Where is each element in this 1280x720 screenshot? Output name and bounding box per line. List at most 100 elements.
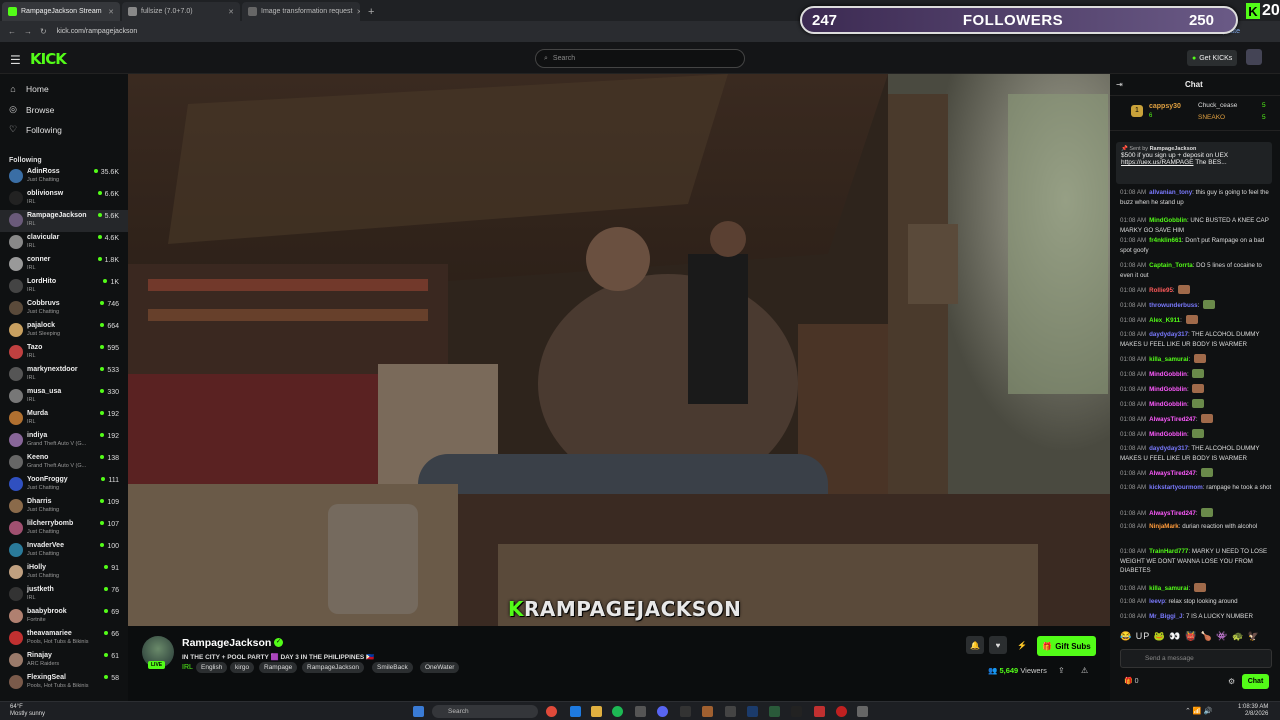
sidebar-channel[interactable]: markynextdoor IRL 533 — [0, 364, 128, 386]
clock[interactable]: 1:08:39 AM 2/8/2026 — [1238, 704, 1268, 718]
sidebar-channel[interactable]: InvaderVee Just Chatting 100 — [0, 540, 128, 562]
app-icon[interactable] — [836, 706, 847, 717]
app-icon[interactable] — [680, 706, 691, 717]
message-username[interactable]: throwunderbuss — [1149, 302, 1197, 309]
message-username[interactable]: daydyday317 — [1149, 331, 1188, 338]
sidebar-channel[interactable]: LordHito IRL 1K — [0, 276, 128, 298]
message-username[interactable]: TrainHard777 — [1149, 548, 1188, 555]
leaderboard-name[interactable]: SNEAKO — [1198, 114, 1225, 121]
photoshop-icon[interactable] — [747, 706, 758, 717]
sidebar-channel[interactable]: Rinajay ARC Raiders 61 — [0, 650, 128, 672]
message-username[interactable]: killa_samurai — [1149, 356, 1188, 363]
kicks-button[interactable]: ⚡ — [1013, 636, 1031, 654]
emote-bar[interactable]: 😂 UP 🐸 👀 👹 🍗 👾 🐢 🦅 — [1120, 631, 1275, 645]
chat-message[interactable]: 01:08 AM TrainHard777: MARKY U NEED TO LO… — [1120, 547, 1272, 576]
chat-message[interactable]: 01:08 AM allvanian_tony: this guy is goin… — [1120, 188, 1272, 207]
sidebar-channel[interactable]: theavamariee Pools, Hot Tubs & Bikinis 66 — [0, 628, 128, 650]
tag[interactable]: OneWater — [420, 662, 460, 673]
chat-message[interactable]: 01:08 AM AlwaysTired247: — [1120, 508, 1272, 519]
folder-icon[interactable] — [591, 706, 602, 717]
message-username[interactable]: MindGobblin — [1149, 386, 1187, 393]
message-username[interactable]: MindGobblin — [1149, 431, 1187, 438]
hamburger-menu-icon[interactable]: ☰ — [10, 53, 21, 67]
close-icon[interactable]: ✕ — [356, 8, 360, 16]
kick-logo[interactable]: KICK — [30, 50, 67, 68]
sidebar-channel[interactable]: lilcherrybomb Just Chatting 107 — [0, 518, 128, 540]
windows-start-icon[interactable] — [413, 706, 424, 717]
sidebar-channel[interactable]: musa_usa IRL 330 — [0, 386, 128, 408]
sidebar-channel[interactable]: conner IRL 1.8K — [0, 254, 128, 276]
message-username[interactable]: Alex_K911 — [1149, 317, 1180, 324]
chat-message[interactable]: 01:08 AM leevp: relax stop looking around — [1120, 597, 1272, 607]
get-kicks-button[interactable]: ● Get KICKs — [1187, 50, 1238, 66]
tag[interactable]: English — [196, 662, 228, 673]
sidebar-channel[interactable]: indiya Grand Theft Auto V (G... 192 — [0, 430, 128, 452]
follow-button[interactable]: ♥ — [989, 636, 1007, 654]
chat-message[interactable]: 01:08 AM NinjaMark: durian reaction with … — [1120, 522, 1272, 532]
message-username[interactable]: kickstartyourmom — [1149, 484, 1203, 491]
app-icon[interactable] — [857, 706, 868, 717]
taskbar-search[interactable]: Search — [432, 705, 538, 718]
browser-tab[interactable]: Image transformation request ✕ — [242, 2, 360, 21]
chat-message[interactable]: 01:08 AM MindGobblin: — [1120, 399, 1272, 410]
message-username[interactable]: Captain_Torrta — [1149, 262, 1193, 269]
sidebar-channel[interactable]: Dharris Just Chatting 109 — [0, 496, 128, 518]
discord-icon[interactable] — [657, 706, 668, 717]
gear-icon[interactable]: ⚙ — [1228, 677, 1235, 686]
pinned-message[interactable]: 📌 Sent by RampageJackson $500 if you sig… — [1116, 142, 1272, 184]
app-icon[interactable] — [814, 706, 825, 717]
message-username[interactable]: AlwaysTired247 — [1149, 416, 1196, 423]
sidebar-channel[interactable]: iHolly Just Chatting 91 — [0, 562, 128, 584]
tag[interactable]: SmileBack — [372, 662, 413, 673]
sidebar-channel[interactable]: RampageJackson IRL 5.6K — [0, 210, 128, 232]
app-icon[interactable] — [769, 706, 780, 717]
sidebar-channel[interactable]: justketh IRL 76 — [0, 584, 128, 606]
sidebar-channel[interactable]: AdinRoss Just Chatting 35.6K — [0, 166, 128, 188]
message-username[interactable]: daydyday317 — [1149, 445, 1188, 452]
close-icon[interactable]: ✕ — [228, 8, 234, 16]
chat-message[interactable]: 01:08 AM daydyday317: THE ALCOHOL DUMMY M… — [1120, 330, 1272, 349]
share-icon[interactable]: ⇪ — [1058, 666, 1065, 675]
message-username[interactable]: Rollie95 — [1149, 287, 1173, 294]
sidebar-channel[interactable]: Murda IRL 192 — [0, 408, 128, 430]
chat-message[interactable]: 01:08 AM Captain_Torrta: DO 5 lines of co… — [1120, 261, 1272, 280]
nav-following[interactable]: ♡ Following — [8, 124, 62, 135]
nav-browse[interactable]: ◎ Browse — [8, 104, 54, 115]
sidebar-channel[interactable]: Keeno Grand Theft Auto V (G... 138 — [0, 452, 128, 474]
tag[interactable]: RampageJackson — [302, 662, 365, 673]
chat-message[interactable]: 01:08 AM AlwaysTired247: — [1120, 414, 1272, 425]
chat-input[interactable]: Send a message — [1120, 649, 1272, 668]
chat-message[interactable]: 01:08 AM daydyday317: THE ALCOHOL DUMMY M… — [1120, 444, 1272, 463]
app-icon[interactable] — [702, 706, 713, 717]
chrome-icon[interactable] — [546, 706, 557, 717]
url-field[interactable]: kick.com/rampagejackson — [57, 28, 138, 35]
sidebar-channel[interactable]: pajalock Just Sleeping 664 — [0, 320, 128, 342]
browser-tab[interactable]: RampageJackson Stream ✕ — [2, 2, 120, 21]
report-icon[interactable]: ⚠ — [1081, 666, 1088, 675]
video-player[interactable]: KRAMPAGEJACKSON — [128, 74, 1110, 626]
leaderboard-name[interactable]: Chuck_cease — [1198, 102, 1237, 109]
message-username[interactable]: leevp — [1149, 598, 1165, 605]
chat-message[interactable]: 01:08 AM fr4nklin661: Don't put Rampage o… — [1120, 236, 1272, 255]
sidebar-channel[interactable]: clavicular IRL 4.6K — [0, 232, 128, 254]
message-username[interactable]: NinjaMark — [1149, 523, 1179, 530]
nav-home[interactable]: ⌂ Home — [8, 84, 48, 94]
message-username[interactable]: MindGobblin — [1149, 217, 1187, 224]
message-username[interactable]: Mr_Biggi_J — [1149, 613, 1182, 620]
chat-message[interactable]: 01:08 AM AlwaysTired247: — [1120, 468, 1272, 479]
chat-message[interactable]: 01:08 AM MindGobblin: — [1120, 384, 1272, 395]
chat-message[interactable]: 01:08 AM kickstartyourmom: rampage he too… — [1120, 483, 1272, 493]
new-tab-button[interactable]: + — [368, 6, 374, 18]
collapse-chat-icon[interactable]: ⇥ — [1116, 80, 1123, 89]
message-username[interactable]: killa_samurai — [1149, 585, 1188, 592]
gift-subs-button[interactable]: 🎁 Gift Subs — [1037, 636, 1096, 656]
message-username[interactable]: MindGobblin — [1149, 401, 1187, 408]
system-tray-icons[interactable]: ⌃ 📶 🔊 — [1185, 707, 1212, 715]
streamer-name[interactable]: RampageJackson — [182, 637, 271, 649]
message-username[interactable]: MindGobblin — [1149, 371, 1187, 378]
pinned-link[interactable]: https://uex.us/RAMPAGE — [1121, 159, 1194, 166]
chat-message[interactable]: 01:08 AM throwunderbuss: — [1120, 300, 1272, 311]
message-username[interactable]: AlwaysTired247 — [1149, 510, 1196, 517]
tag[interactable]: kirgo — [230, 662, 255, 673]
sidebar-channel[interactable]: oblivionsw IRL 6.6K — [0, 188, 128, 210]
